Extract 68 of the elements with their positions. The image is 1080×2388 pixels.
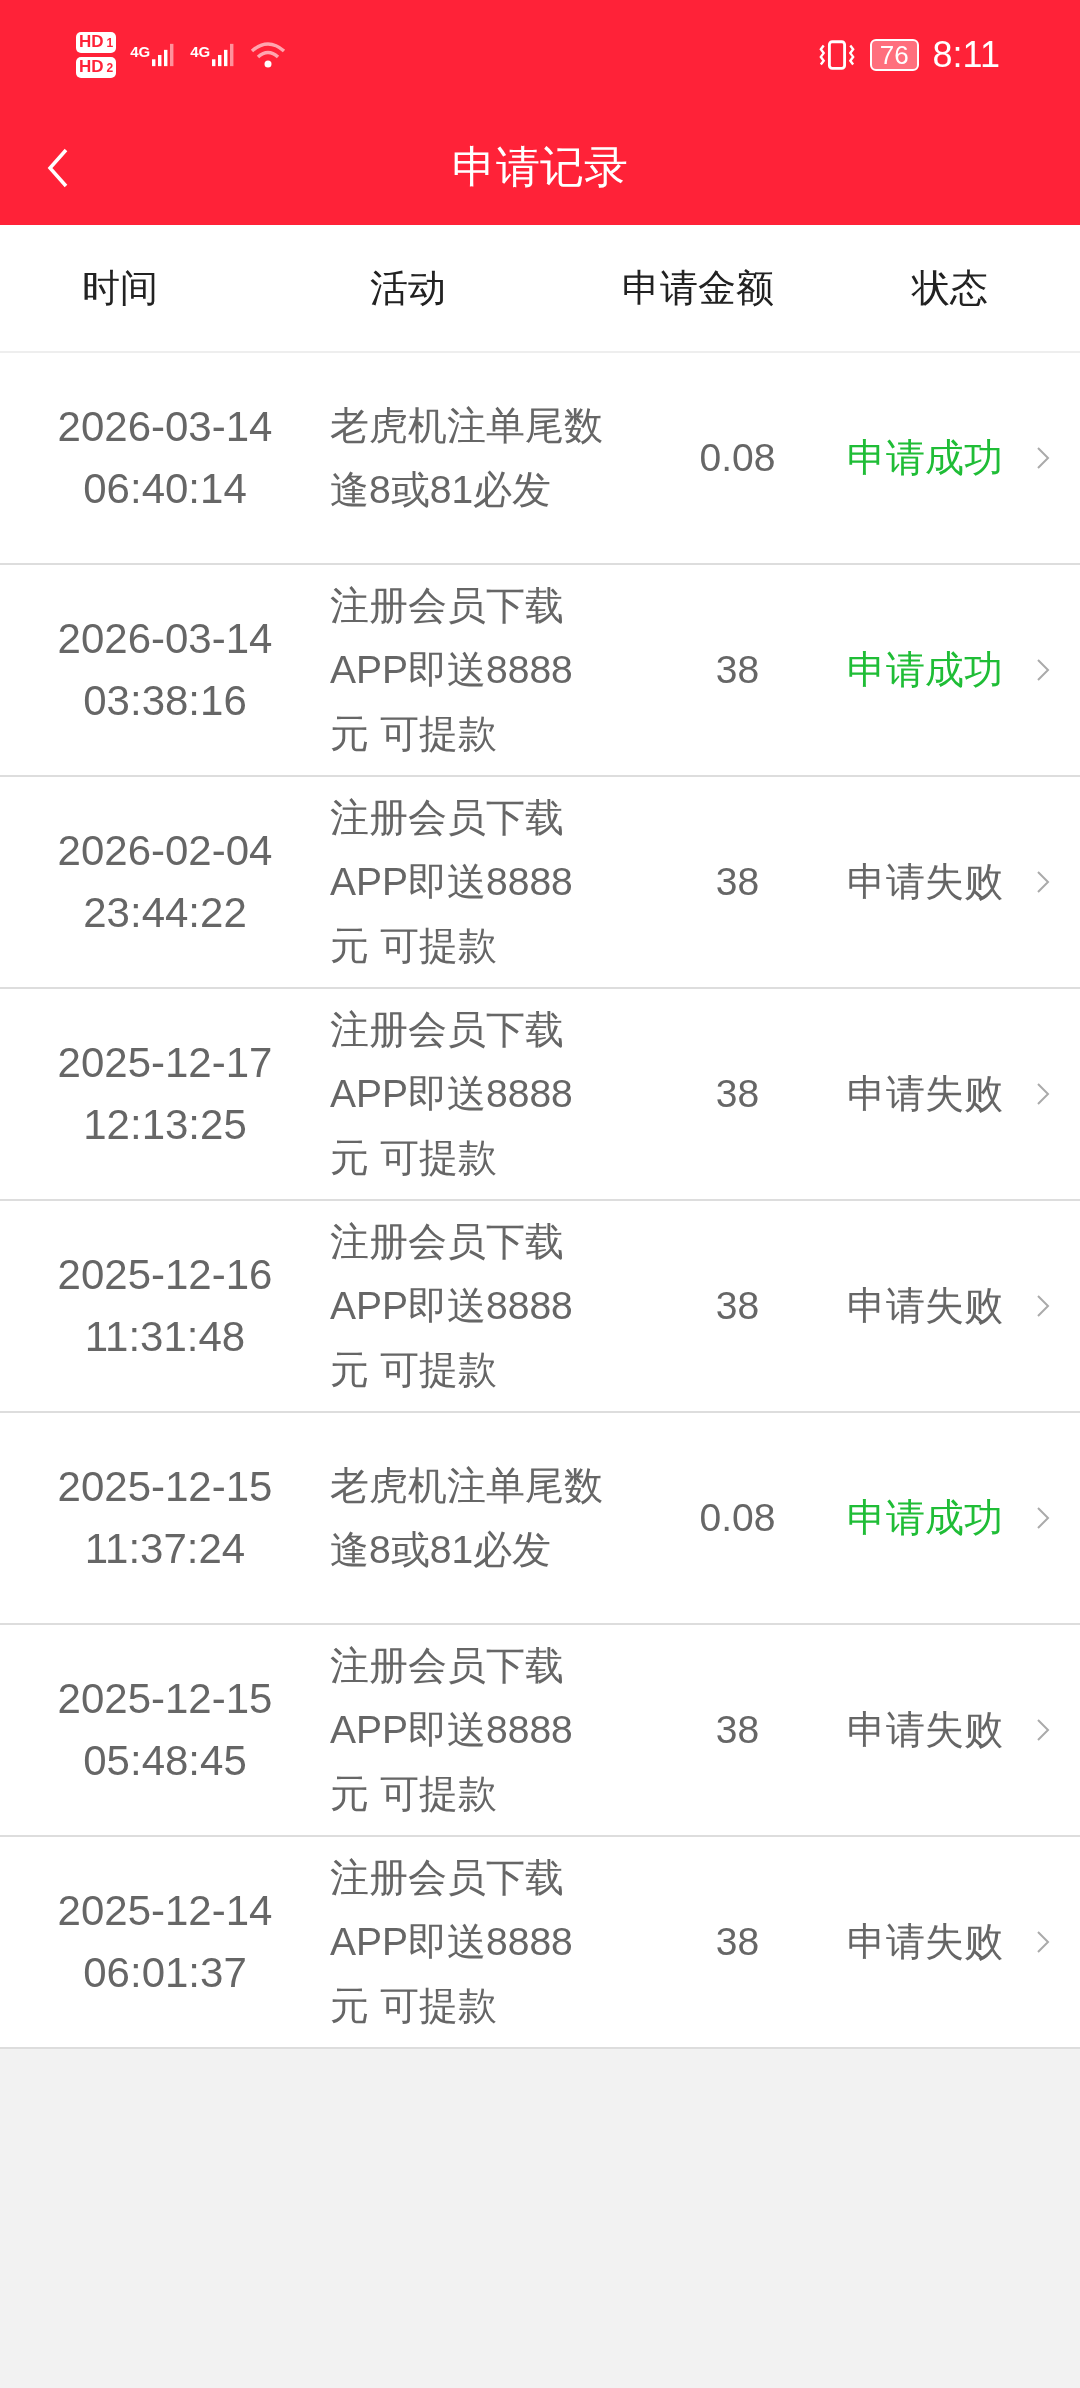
amount-value: 38 (715, 1920, 760, 1963)
activity-name: 注册会员下载APP即送8888元 可提款 (330, 795, 574, 969)
back-icon[interactable] (46, 146, 70, 190)
record-row[interactable]: 2025-12-16 11:31:48 注册会员下载APP即送8888元 可提款 38 申请失败 (0, 1201, 1080, 1413)
page-title: 申请记录 (452, 141, 628, 193)
record-time: 11:31:48 (84, 1312, 246, 1362)
status-text: 申请失败 (847, 1920, 1003, 1963)
status-text: 申请成功 (847, 436, 1003, 479)
status-text: 申请失败 (847, 1072, 1003, 1115)
activity-name: 老虎机注单尾数逢8或81必发 (330, 1463, 604, 1573)
chevron-icon (1035, 1718, 1050, 1742)
record-date: 2025-12-15 (57, 1674, 273, 1724)
chevron-icon (1035, 446, 1050, 470)
network-label: 4G (190, 43, 211, 60)
amount-value: 38 (715, 1072, 760, 1115)
chevron-icon (1035, 1294, 1050, 1318)
record-time: 03:38:16 (83, 676, 247, 726)
record-row[interactable]: 2026-03-14 06:40:14 老虎机注单尾数逢8或81必发 0.08 申请成功 (0, 353, 1080, 565)
record-date: 2025-12-17 (57, 1038, 273, 1088)
activity-name: 注册会员下载APP即送8888元 可提款 (330, 583, 574, 757)
activity-name: 注册会员下载APP即送8888元 可提款 (330, 1855, 574, 2029)
record-row[interactable]: 2026-02-04 23:44:22 注册会员下载APP即送8888元 可提款 38 申请失败 (0, 777, 1080, 989)
status-text: 申请失败 (847, 1284, 1003, 1327)
amount-value: 38 (715, 860, 760, 903)
chevron-icon (1035, 1930, 1050, 1954)
record-time: 05:48:45 (83, 1736, 247, 1786)
record-time: 06:40:14 (83, 464, 247, 514)
activity-name: 注册会员下载APP即送8888元 可提款 (330, 1219, 574, 1393)
chevron-icon (1035, 870, 1050, 894)
record-date: 2026-03-14 (57, 402, 273, 452)
status-text: 申请失败 (847, 860, 1003, 903)
column-header: 申请金额 (622, 265, 774, 311)
wifi-icon (250, 41, 287, 69)
record-row[interactable]: 2025-12-15 11:37:24 老虎机注单尾数逢8或81必发 0.08 申请成功 (0, 1413, 1080, 1625)
record-date: 2025-12-16 (57, 1250, 273, 1300)
chevron-icon (1035, 1506, 1050, 1530)
record-date: 2026-03-14 (57, 614, 273, 664)
record-row[interactable]: 2025-12-14 06:01:37 注册会员下载APP即送8888元 可提款 38 申请失败 (0, 1837, 1080, 2049)
vibrate-icon (817, 39, 856, 71)
amount-value: 38 (715, 648, 760, 691)
record-time: 06:01:37 (83, 1948, 247, 1998)
status-text: 申请成功 (847, 1496, 1003, 1539)
status-text: 申请失败 (847, 1708, 1003, 1751)
status-text: 申请成功 (847, 648, 1003, 691)
amount-value: 0.08 (699, 1496, 776, 1539)
amount-value: 0.08 (699, 436, 776, 479)
record-row[interactable]: 2026-03-14 03:38:16 注册会员下载APP即送8888元 可提款 38 申请成功 (0, 565, 1080, 777)
activity-name: 注册会员下载APP即送8888元 可提款 (330, 1643, 574, 1817)
record-date: 2025-12-14 (57, 1886, 273, 1936)
record-time: 11:37:24 (84, 1524, 246, 1574)
amount-value: 38 (715, 1284, 760, 1327)
record-time: 23:44:22 (83, 888, 247, 938)
record-row[interactable]: 2025-12-15 05:48:45 注册会员下载APP即送8888元 可提款 38 申请失败 (0, 1625, 1080, 1837)
column-header: 状态 (912, 265, 988, 311)
chevron-icon (1035, 658, 1050, 682)
activity-name: 注册会员下载APP即送8888元 可提款 (330, 1007, 574, 1181)
network-label: 4G (130, 43, 151, 60)
record-row[interactable]: 2025-12-17 12:13:25 注册会员下载APP即送8888元 可提款 38 申请失败 (0, 989, 1080, 1201)
record-date: 2025-12-15 (57, 1462, 273, 1512)
chevron-icon (1035, 1082, 1050, 1106)
battery-icon: 76 (869, 39, 919, 71)
record-time: 12:13:25 (83, 1100, 247, 1150)
column-header: 活动 (370, 265, 446, 311)
clock-time: 8:11 (932, 34, 1000, 76)
activity-name: 老虎机注单尾数逢8或81必发 (330, 403, 604, 513)
record-date: 2026-02-04 (57, 826, 273, 876)
column-header: 时间 (82, 265, 158, 311)
amount-value: 38 (715, 1708, 760, 1751)
